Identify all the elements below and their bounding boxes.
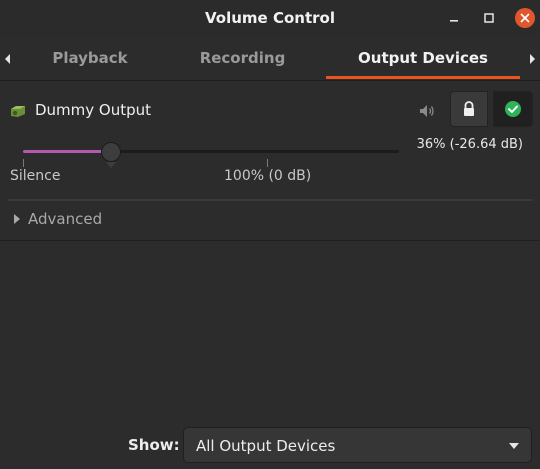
slider-handle-pointer	[106, 162, 116, 168]
set-default-button[interactable]	[493, 91, 533, 127]
tab-scroll-right-icon[interactable]	[527, 52, 537, 66]
window-titlebar: Volume Control	[0, 0, 540, 36]
scale-mark-silence	[23, 159, 24, 167]
volume-slider-fill	[23, 150, 111, 153]
scale-label-100: 100% (0 dB)	[224, 168, 312, 184]
minimize-icon	[450, 20, 458, 22]
scale-mark-100	[267, 159, 268, 167]
advanced-expander[interactable]: Advanced	[12, 209, 102, 229]
tab-playback[interactable]: Playback	[20, 40, 160, 78]
close-button[interactable]	[515, 8, 535, 28]
check-circle-icon	[505, 101, 521, 117]
speaker-mute-icon[interactable]	[417, 101, 437, 121]
show-label: Show:	[128, 436, 180, 454]
scale-label-silence: Silence	[10, 168, 61, 184]
minimize-button[interactable]	[444, 8, 464, 28]
separator	[0, 240, 540, 241]
volume-slider-handle[interactable]	[101, 142, 121, 162]
close-icon	[520, 13, 530, 23]
volume-slider-track[interactable]	[23, 150, 399, 153]
lock-channels-button[interactable]	[450, 91, 488, 127]
tab-output-devices[interactable]: Output Devices	[326, 40, 520, 79]
lock-icon	[464, 101, 474, 116]
tab-scroll-left-icon[interactable]	[3, 52, 13, 66]
tab-bar: Playback Recording Output Devices	[0, 40, 540, 81]
separator	[8, 199, 532, 201]
maximize-button[interactable]	[479, 8, 499, 28]
advanced-label: Advanced	[28, 210, 103, 228]
speaker-device-icon	[11, 106, 25, 117]
chevron-down-icon	[509, 443, 519, 449]
maximize-icon	[484, 13, 494, 23]
expander-arrow-icon	[14, 214, 20, 224]
tab-recording[interactable]: Recording	[170, 40, 315, 78]
show-filter-value: All Output Devices	[196, 437, 336, 455]
show-filter-dropdown[interactable]: All Output Devices	[183, 427, 532, 463]
device-name: Dummy Output	[35, 101, 152, 119]
